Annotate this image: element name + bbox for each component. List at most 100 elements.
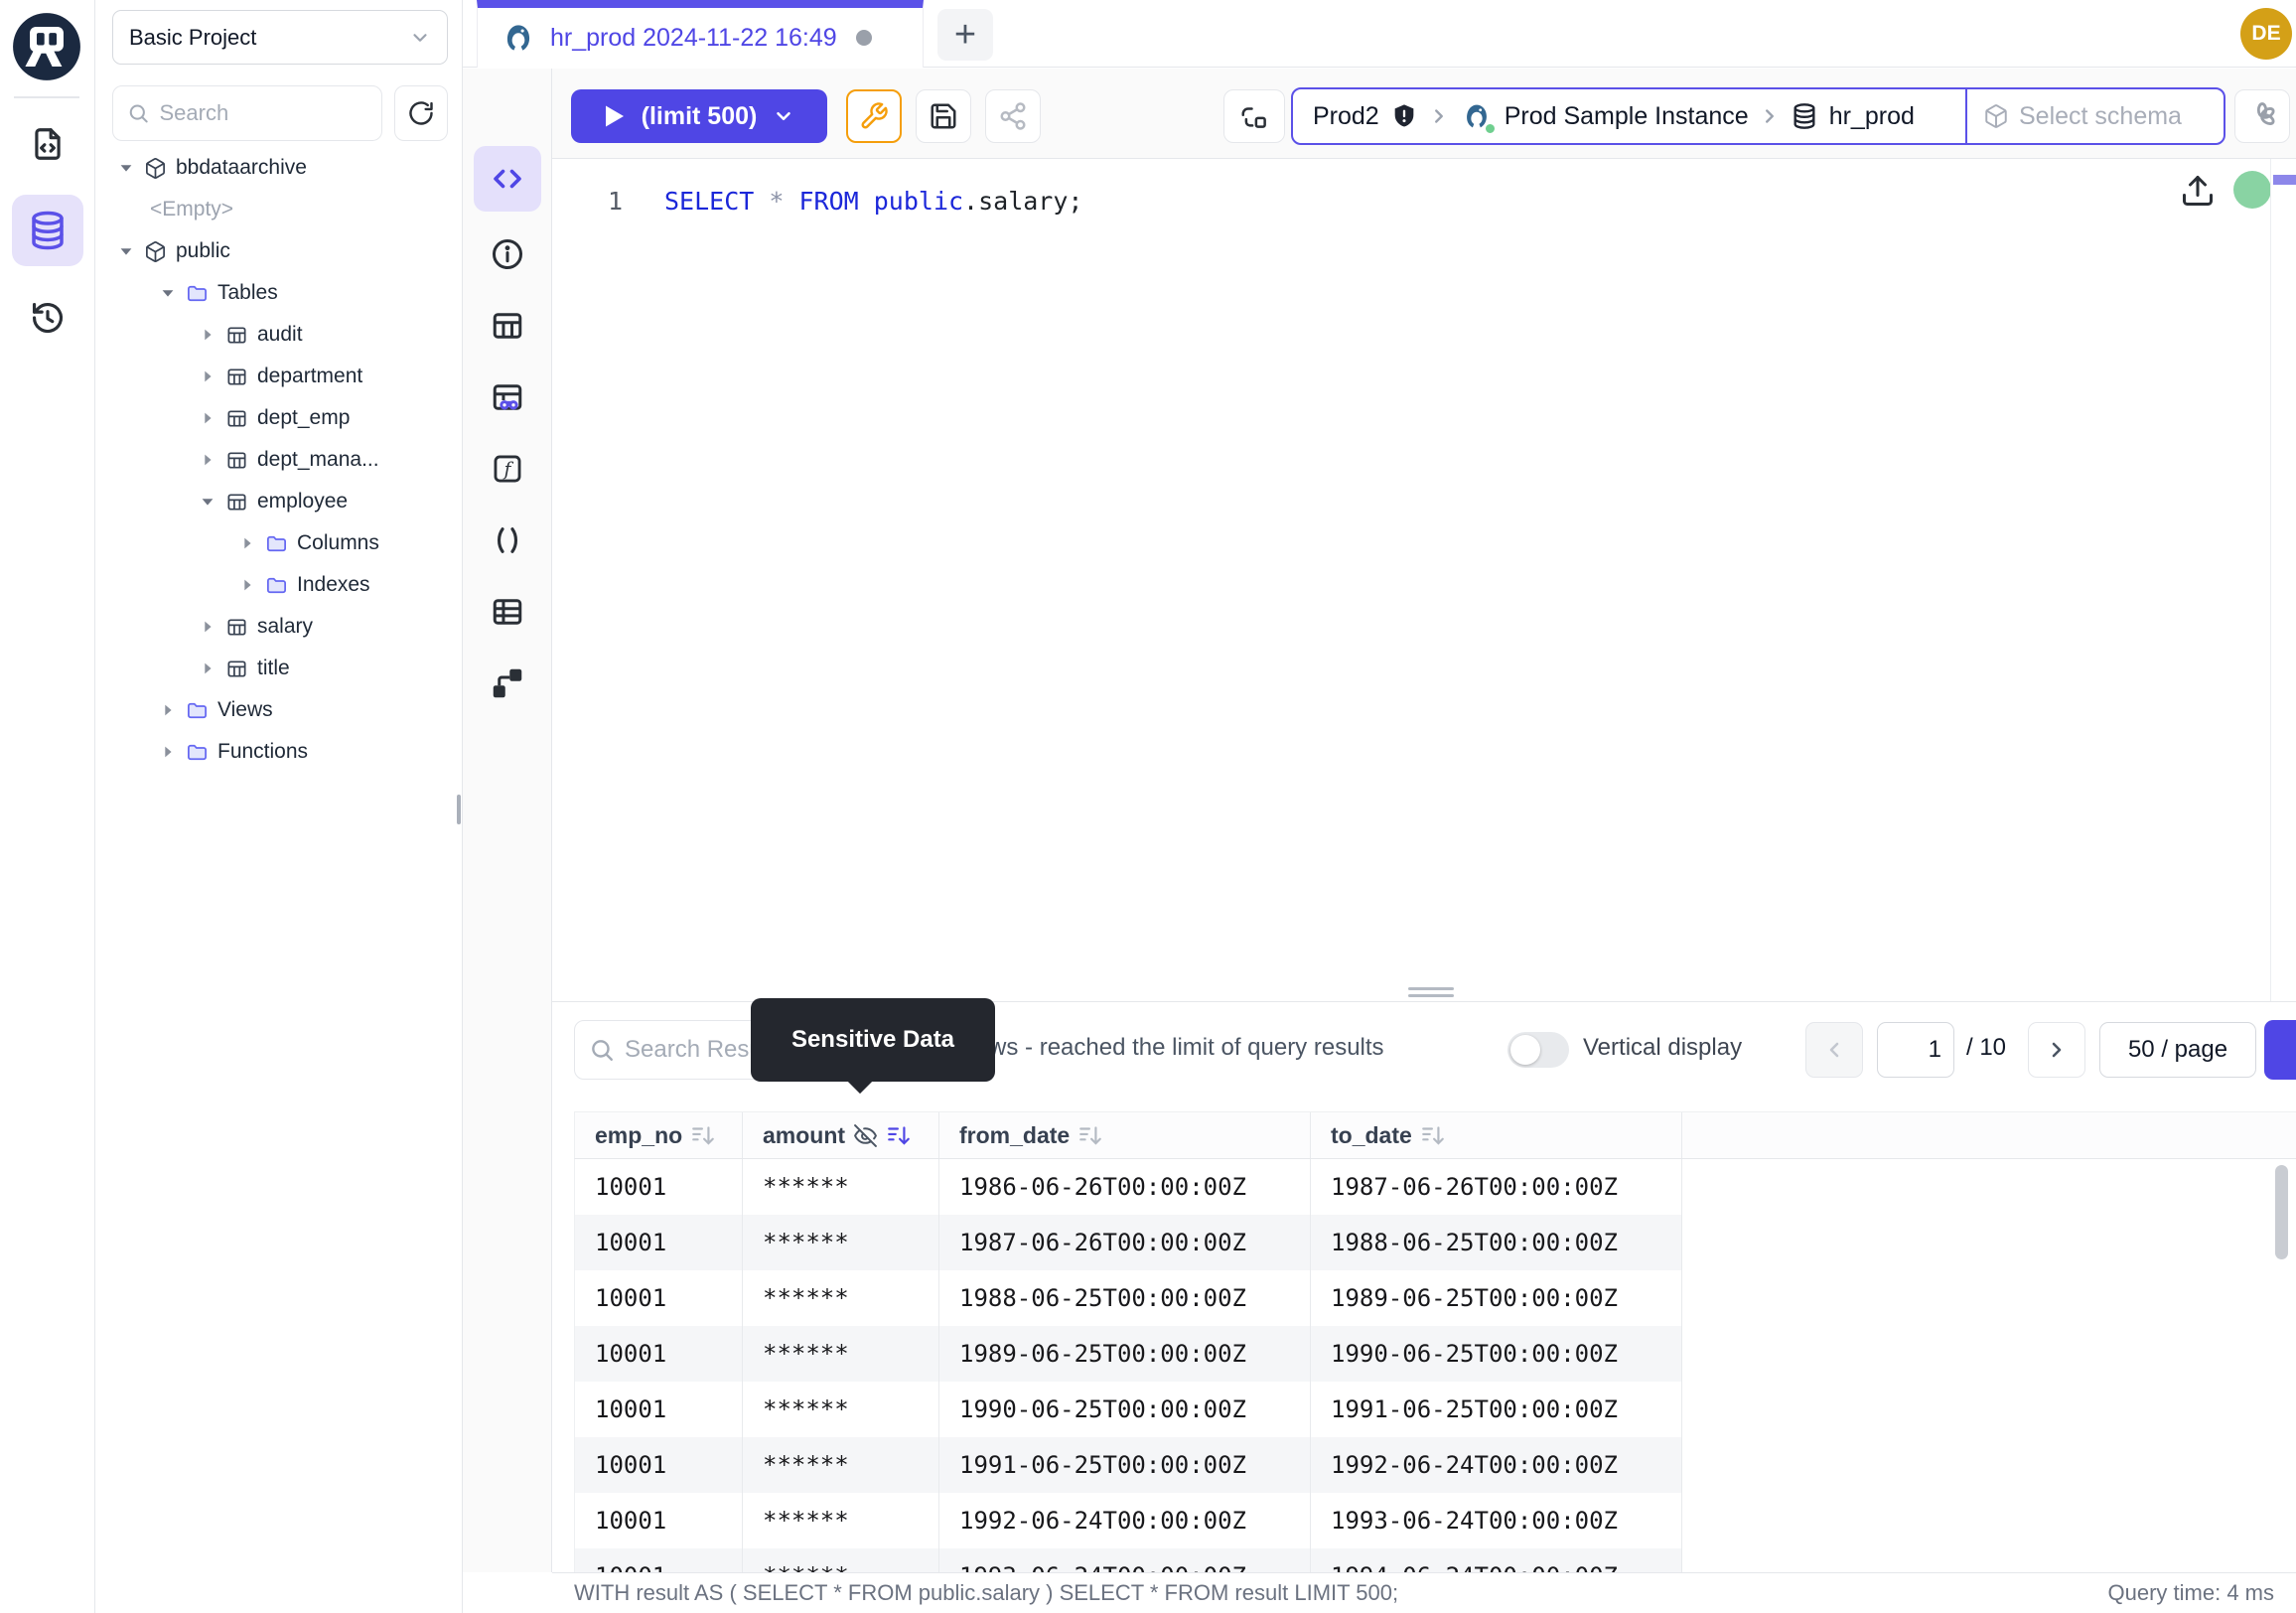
strip-functions-button[interactable]: f <box>489 450 526 488</box>
cell-to-date[interactable]: 1987-06-26T00:00:00Z <box>1311 1159 1682 1215</box>
tree-item-functions[interactable]: Functions <box>95 731 463 773</box>
tree-item-views[interactable]: Views <box>95 689 463 731</box>
tree-item-indexes[interactable]: Indexes <box>95 564 463 606</box>
cell-to-date[interactable]: 1992-06-24T00:00:00Z <box>1311 1437 1682 1493</box>
rail-database-button[interactable] <box>12 195 83 266</box>
cell-from-date[interactable]: 1990-06-25T00:00:00Z <box>939 1382 1311 1437</box>
column-header-emp-no[interactable]: emp_no <box>575 1112 743 1158</box>
cell-emp-no[interactable]: 10001 <box>575 1437 743 1493</box>
cell-to-date[interactable]: 1989-06-25T00:00:00Z <box>1311 1270 1682 1326</box>
tree-item-tables[interactable]: Tables <box>95 272 463 314</box>
bytebase-logo[interactable] <box>10 10 83 83</box>
table-row[interactable]: 10001******1986-06-26T00:00:00Z1987-06-2… <box>575 1159 1682 1215</box>
table-row[interactable]: 10001******1987-06-26T00:00:00Z1988-06-2… <box>575 1215 1682 1270</box>
export-button-clipped[interactable] <box>2264 1020 2296 1080</box>
tab-hr-prod[interactable]: hr_prod 2024-11-22 16:49 <box>477 0 924 68</box>
panel-resize-handle[interactable] <box>1408 987 1454 990</box>
page-size-select[interactable]: 50 / page <box>2099 1022 2256 1078</box>
strip-info-button[interactable] <box>489 235 526 273</box>
strip-code-button[interactable] <box>474 146 541 212</box>
upload-sql-button[interactable] <box>2180 173 2216 209</box>
format-sql-button[interactable] <box>846 89 902 143</box>
column-header-to-date[interactable]: to_date <box>1311 1112 1682 1158</box>
cell-from-date[interactable]: 1986-06-26T00:00:00Z <box>939 1159 1311 1215</box>
run-query-button[interactable]: (limit 500) <box>571 89 827 143</box>
cell-emp-no[interactable]: 10001 <box>575 1493 743 1548</box>
cell-emp-no[interactable]: 10001 <box>575 1548 743 1573</box>
chevron-down-icon[interactable] <box>773 105 794 127</box>
tree-item-employee[interactable]: employee <box>95 481 463 522</box>
cell-to-date[interactable]: 1990-06-25T00:00:00Z <box>1311 1326 1682 1382</box>
strip-tables-button[interactable] <box>489 307 526 345</box>
page-number-input[interactable] <box>1877 1022 1954 1078</box>
tree-item-public[interactable]: public <box>95 230 463 272</box>
tree-item-department[interactable]: department <box>95 356 463 397</box>
avatar[interactable]: DE <box>2240 8 2292 60</box>
cell-emp-no[interactable]: 10001 <box>575 1215 743 1270</box>
vertical-display-toggle[interactable] <box>1507 1032 1569 1068</box>
share-button[interactable] <box>985 89 1041 143</box>
sort-icon[interactable] <box>690 1122 716 1148</box>
sort-icon[interactable] <box>1420 1122 1446 1148</box>
strip-data-masking-button[interactable] <box>489 378 526 416</box>
environment-segment[interactable]: Prod2 <box>1313 102 1418 131</box>
cell-from-date[interactable]: 1992-06-24T00:00:00Z <box>939 1493 1311 1548</box>
database-segment[interactable]: hr_prod <box>1791 102 1915 131</box>
sql-editor[interactable]: 1 SELECT * FROM public.salary; <box>553 159 2296 1001</box>
tree-item-dept-manager[interactable]: dept_mana... <box>95 439 463 481</box>
instance-segment[interactable]: Prod Sample Instance <box>1460 99 1749 133</box>
panel-resize-handle[interactable] <box>1408 994 1454 997</box>
cell-amount-masked[interactable]: ****** <box>743 1548 939 1573</box>
tree-item-audit[interactable]: audit <box>95 314 463 356</box>
rail-history-button[interactable] <box>12 282 83 354</box>
cell-emp-no[interactable]: 10001 <box>575 1326 743 1382</box>
tree-item-columns[interactable]: Columns <box>95 522 463 564</box>
tree-item-title[interactable]: title <box>95 648 463 689</box>
cell-amount-masked[interactable]: ****** <box>743 1159 939 1215</box>
cell-emp-no[interactable]: 10001 <box>575 1382 743 1437</box>
tree-item-salary[interactable]: salary <box>95 606 463 648</box>
table-row[interactable]: 10001******1988-06-25T00:00:00Z1989-06-2… <box>575 1270 1682 1326</box>
sidebar-resize-handle[interactable] <box>457 795 461 824</box>
strip-procedures-button[interactable] <box>489 521 526 559</box>
cell-amount-masked[interactable]: ****** <box>743 1326 939 1382</box>
cell-from-date[interactable]: 1993-06-24T00:00:00Z <box>939 1548 1311 1573</box>
cell-from-date[interactable]: 1987-06-26T00:00:00Z <box>939 1215 1311 1270</box>
next-page-button[interactable] <box>2028 1022 2085 1078</box>
cell-emp-no[interactable]: 10001 <box>575 1270 743 1326</box>
column-header-from-date[interactable]: from_date <box>939 1112 1311 1158</box>
table-row[interactable]: 10001******1989-06-25T00:00:00Z1990-06-2… <box>575 1326 1682 1382</box>
refresh-schema-button[interactable] <box>394 85 448 141</box>
schema-select[interactable]: Select schema <box>1967 102 2224 131</box>
table-row[interactable]: 10001******1993-06-24T00:00:00Z1994-06-2… <box>575 1548 1682 1573</box>
sidebar-search[interactable] <box>112 85 382 141</box>
cell-from-date[interactable]: 1988-06-25T00:00:00Z <box>939 1270 1311 1326</box>
tree-item-bbdataarchive[interactable]: bbdataarchive <box>95 147 463 189</box>
cell-from-date[interactable]: 1991-06-25T00:00:00Z <box>939 1437 1311 1493</box>
table-row[interactable]: 10001******1991-06-25T00:00:00Z1992-06-2… <box>575 1437 1682 1493</box>
project-select[interactable]: Basic Project <box>112 10 448 65</box>
disconnect-button[interactable] <box>1223 89 1285 143</box>
connection-breadcrumb[interactable]: Prod2 Prod Sample Instance hr_prod Selec… <box>1291 87 2225 145</box>
ai-assistant-button[interactable] <box>2234 89 2290 143</box>
sort-icon-active[interactable] <box>886 1122 912 1148</box>
cell-to-date[interactable]: 1988-06-25T00:00:00Z <box>1311 1215 1682 1270</box>
save-button[interactable] <box>916 89 971 143</box>
strip-external-tables-button[interactable] <box>489 593 526 631</box>
cell-to-date[interactable]: 1993-06-24T00:00:00Z <box>1311 1493 1682 1548</box>
cell-amount-masked[interactable]: ****** <box>743 1437 939 1493</box>
prev-page-button[interactable] <box>1805 1022 1863 1078</box>
tree-item-dept-emp[interactable]: dept_emp <box>95 397 463 439</box>
cell-amount-masked[interactable]: ****** <box>743 1382 939 1437</box>
cell-amount-masked[interactable]: ****** <box>743 1270 939 1326</box>
cell-to-date[interactable]: 1991-06-25T00:00:00Z <box>1311 1382 1682 1437</box>
rail-worksheet-button[interactable] <box>12 108 83 180</box>
sort-icon[interactable] <box>1077 1122 1103 1148</box>
cell-to-date[interactable]: 1994-06-24T00:00:00Z <box>1311 1548 1682 1573</box>
cell-emp-no[interactable]: 10001 <box>575 1159 743 1215</box>
strip-schema-diagram-button[interactable] <box>489 664 526 702</box>
table-row[interactable]: 10001******1992-06-24T00:00:00Z1993-06-2… <box>575 1493 1682 1548</box>
cell-amount-masked[interactable]: ****** <box>743 1215 939 1270</box>
cell-amount-masked[interactable]: ****** <box>743 1493 939 1548</box>
column-header-amount[interactable]: amount <box>743 1112 939 1158</box>
